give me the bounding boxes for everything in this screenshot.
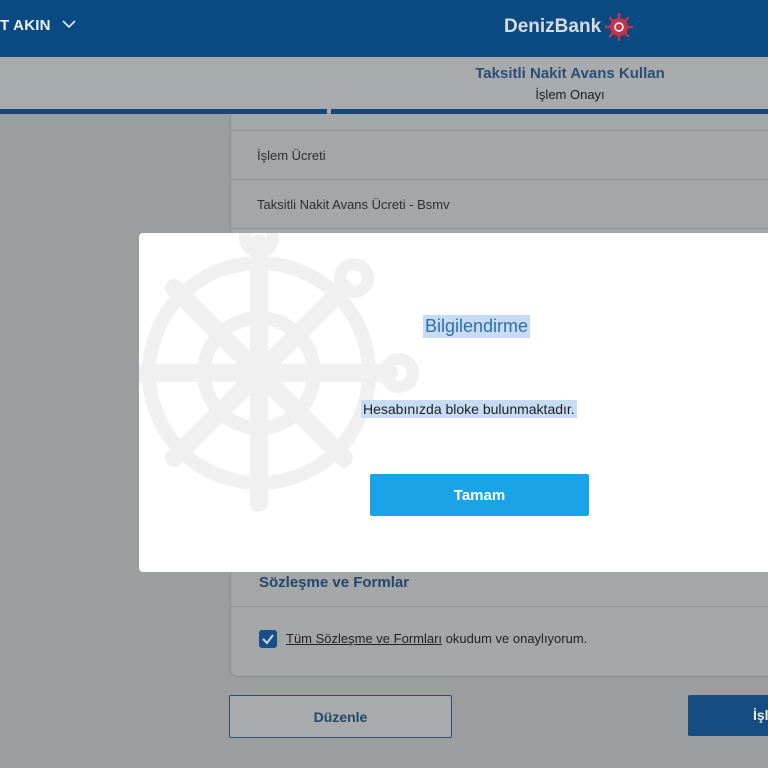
check-icon bbox=[262, 634, 274, 645]
chevron-down-icon[interactable] bbox=[62, 17, 76, 31]
ok-button[interactable]: Tamam bbox=[370, 474, 589, 516]
confirm-button[interactable]: İşl bbox=[688, 695, 768, 736]
consent-rest: okudum ve onaylıyorum. bbox=[442, 631, 588, 646]
user-name[interactable]: T AKIN bbox=[0, 17, 51, 34]
step-label: İşlem Onayı bbox=[535, 87, 605, 102]
contracts-link[interactable]: Tüm Sözleşme ve Formları bbox=[286, 631, 442, 646]
contracts-section-title: Sözleşme ve Formlar bbox=[259, 574, 410, 591]
dialog-message: Hesabınızda bloke bulunmaktadır. bbox=[361, 400, 577, 418]
divider bbox=[231, 228, 768, 229]
consent-text: Tüm Sözleşme ve Formları okudum ve onayl… bbox=[286, 631, 587, 646]
detail-row: Taksitli Nakit Avans Ücreti - Bsmv bbox=[231, 179, 768, 228]
top-navigation-bar: T AKIN DenizBank bbox=[0, 0, 768, 57]
ship-wheel-logo-icon bbox=[605, 13, 634, 41]
info-dialog: Bilgilendirme Hesabınızda bloke bulunmak… bbox=[139, 233, 768, 572]
dialog-title: Bilgilendirme bbox=[423, 315, 531, 338]
detail-label: İşlem Ücreti bbox=[257, 148, 326, 163]
brand-logo[interactable]: DenizBank bbox=[504, 13, 634, 41]
detail-label: Taksitli Nakit Avans Ücreti - Bsmv bbox=[257, 197, 450, 212]
edit-button[interactable]: Düzenle bbox=[229, 695, 452, 738]
page-header: Taksitli Nakit Avans Kullan İşlem Onayı bbox=[0, 57, 768, 113]
confirm-button-label: İşl bbox=[753, 707, 768, 723]
page-title: Taksitli Nakit Avans Kullan bbox=[475, 65, 665, 82]
brand-name: DenizBank bbox=[504, 16, 602, 37]
consent-checkbox[interactable] bbox=[259, 630, 277, 648]
detail-row: İşlem Ücreti bbox=[231, 130, 768, 179]
divider bbox=[231, 606, 768, 607]
